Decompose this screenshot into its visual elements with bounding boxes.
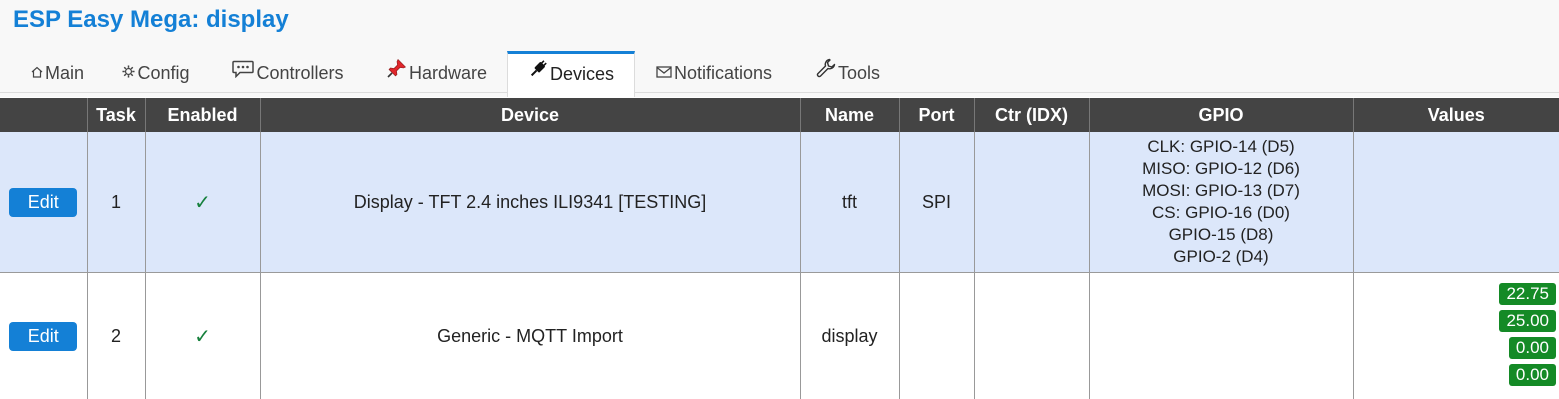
column-header-enabled: Enabled — [144, 98, 260, 132]
gpio-pin: CLK: GPIO-14 (D5) — [1147, 137, 1295, 156]
gear-icon — [122, 50, 136, 94]
column-header-values: Values — [1352, 98, 1559, 132]
tab-main[interactable]: Main — [20, 51, 95, 92]
value-badge: 0.00 — [1508, 364, 1556, 386]
values-cell — [1352, 132, 1559, 273]
page-title: ESP Easy Mega: display — [13, 6, 289, 33]
gpio-pin: GPIO-2 (D4) — [1173, 247, 1269, 266]
enabled-cell: ✓ — [144, 272, 260, 399]
home-icon — [31, 50, 43, 94]
tab-controllers[interactable]: Controllers — [224, 51, 352, 92]
chat-bubble-icon — [232, 50, 255, 94]
task-cell: 2 — [86, 272, 145, 399]
checkmark-icon: ✓ — [194, 191, 211, 214]
page-header: ESP Easy Mega: display Main Config Contr… — [0, 0, 1559, 97]
port-cell — [898, 272, 974, 399]
devices-table: Task Enabled Device Name Port Ctr (IDX) … — [0, 98, 1559, 399]
enabled-cell: ✓ — [144, 132, 260, 273]
column-header-port: Port — [898, 98, 974, 132]
gpio-pin: MOSI: GPIO-13 (D7) — [1142, 181, 1300, 200]
tab-hardware-label: Hardware — [408, 63, 488, 83]
table-row: Edit 1 ✓ Display - TFT 2.4 inches ILI934… — [0, 132, 1559, 273]
column-header-gpio: GPIO — [1088, 98, 1353, 132]
edit-button[interactable]: Edit — [9, 321, 78, 351]
gpio-cell: CLK: GPIO-14 (D5) MISO: GPIO-12 (D6) MOS… — [1088, 132, 1353, 273]
tab-tools[interactable]: Tools — [807, 51, 889, 92]
plug-icon — [528, 53, 548, 94]
value-badge: 0.00 — [1508, 337, 1556, 359]
tab-notifications-label: Notifications — [673, 63, 773, 83]
gpio-pin: GPIO-15 (D8) — [1168, 225, 1274, 244]
value-badge: 22.75 — [1499, 283, 1556, 305]
device-cell: Generic - MQTT Import — [259, 272, 800, 399]
pushpin-icon — [387, 50, 407, 94]
column-header-actions — [0, 98, 87, 132]
ctr-idx-cell — [973, 272, 1089, 399]
name-cell: tft — [799, 132, 899, 273]
tab-devices[interactable]: Devices — [507, 51, 635, 97]
actions-cell: Edit — [0, 132, 87, 273]
tab-main-label: Main — [44, 63, 84, 83]
gpio-cell — [1088, 272, 1353, 399]
envelope-icon — [656, 50, 672, 94]
main-menu: Main Config Controllers Hardware Devices — [0, 51, 1559, 97]
gpio-pin: CS: GPIO-16 (D0) — [1152, 203, 1290, 222]
port-cell: SPI — [898, 132, 974, 273]
column-header-ctr-idx: Ctr (IDX) — [973, 98, 1089, 132]
tab-devices-label: Devices — [549, 64, 615, 84]
edit-button[interactable]: Edit — [9, 187, 78, 217]
actions-cell: Edit — [0, 272, 87, 399]
tab-notifications[interactable]: Notifications — [648, 51, 780, 92]
table-row: Edit 2 ✓ Generic - MQTT Import display 2… — [0, 272, 1559, 399]
ctr-idx-cell — [973, 132, 1089, 273]
column-header-device: Device — [259, 98, 800, 132]
column-header-task: Task — [86, 98, 145, 132]
column-header-name: Name — [799, 98, 899, 132]
name-cell: display — [799, 272, 899, 399]
gpio-pin: MISO: GPIO-12 (D6) — [1142, 159, 1300, 178]
tab-tools-label: Tools — [837, 63, 881, 83]
checkmark-icon: ✓ — [194, 325, 211, 348]
value-badge: 25.00 — [1499, 310, 1556, 332]
tab-controllers-label: Controllers — [256, 63, 344, 83]
device-cell: Display - TFT 2.4 inches ILI9341 [TESTIN… — [259, 132, 800, 273]
tab-hardware[interactable]: Hardware — [378, 51, 496, 92]
tab-config-label: Config — [137, 63, 190, 83]
tab-config[interactable]: Config — [110, 51, 202, 92]
task-cell: 1 — [86, 132, 145, 273]
table-header-row: Task Enabled Device Name Port Ctr (IDX) … — [0, 98, 1559, 132]
wrench-icon — [816, 50, 836, 94]
values-cell: 22.75 25.00 0.00 0.00 — [1352, 272, 1559, 399]
